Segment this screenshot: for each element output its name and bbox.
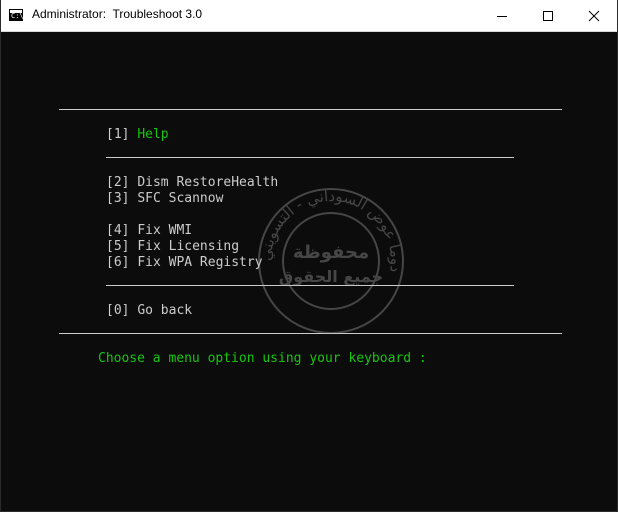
watermark-center-line2: جميع الحقوق xyxy=(279,267,383,286)
menu-item-back: [0] Go back xyxy=(106,303,192,319)
menu-label: Go back xyxy=(137,303,193,318)
menu-label: Fix WPA Registry xyxy=(137,255,263,270)
title-prefix: Administrator: xyxy=(32,7,107,21)
menu-label: Fix WMI xyxy=(137,223,193,238)
divider-top xyxy=(59,109,562,110)
menu-item-wmi: [4] Fix WMI xyxy=(106,223,192,239)
window-title: Administrator: Troubleshoot 3.0 xyxy=(32,7,202,21)
menu-key: [4] xyxy=(106,223,130,238)
menu-label: SFC Scannow xyxy=(137,191,224,206)
close-icon xyxy=(588,10,600,21)
menu-key: [3] xyxy=(106,191,130,206)
console-icon-text: C:\. xyxy=(11,12,28,20)
console-output[interactable]: [1] Help [2] Dism RestoreHealth [3] SFC … xyxy=(1,31,617,511)
menu-key: [1] xyxy=(106,127,130,142)
watermark-stamp: دوما عوض السوداني - التسويني محفوظة جميع… xyxy=(257,187,405,334)
maximize-button[interactable] xyxy=(525,0,571,31)
title-bar[interactable]: C:\. Administrator: Troubleshoot 3.0 xyxy=(1,0,617,32)
menu-label: Fix Licensing xyxy=(137,239,240,254)
console-icon[interactable]: C:\. xyxy=(9,9,28,21)
watermark-center-line1: محفوظة xyxy=(293,242,369,263)
divider-help xyxy=(106,157,514,158)
console-window: C:\. Administrator: Troubleshoot 3.0 [1]… xyxy=(0,0,618,512)
menu-key: [0] xyxy=(106,303,130,318)
minimize-button[interactable] xyxy=(479,0,525,31)
menu-label-help: Help xyxy=(137,127,169,142)
menu-key: [6] xyxy=(106,255,130,270)
title-name: Troubleshoot 3.0 xyxy=(112,7,203,21)
menu-item-licensing: [5] Fix Licensing xyxy=(106,239,239,255)
menu-key: [2] xyxy=(106,175,130,190)
menu-item-dism: [2] Dism RestoreHealth xyxy=(106,175,278,191)
prompt-text: Choose a menu option using your keyboard… xyxy=(98,351,427,366)
maximize-icon xyxy=(543,10,553,21)
menu-item-wpa: [6] Fix WPA Registry xyxy=(106,255,263,271)
menu-key: [5] xyxy=(106,239,130,254)
menu-item-help: [1] Help xyxy=(106,127,169,143)
close-button[interactable] xyxy=(571,0,617,31)
minimize-icon xyxy=(497,15,507,17)
menu-item-sfc: [3] SFC Scannow xyxy=(106,191,223,207)
